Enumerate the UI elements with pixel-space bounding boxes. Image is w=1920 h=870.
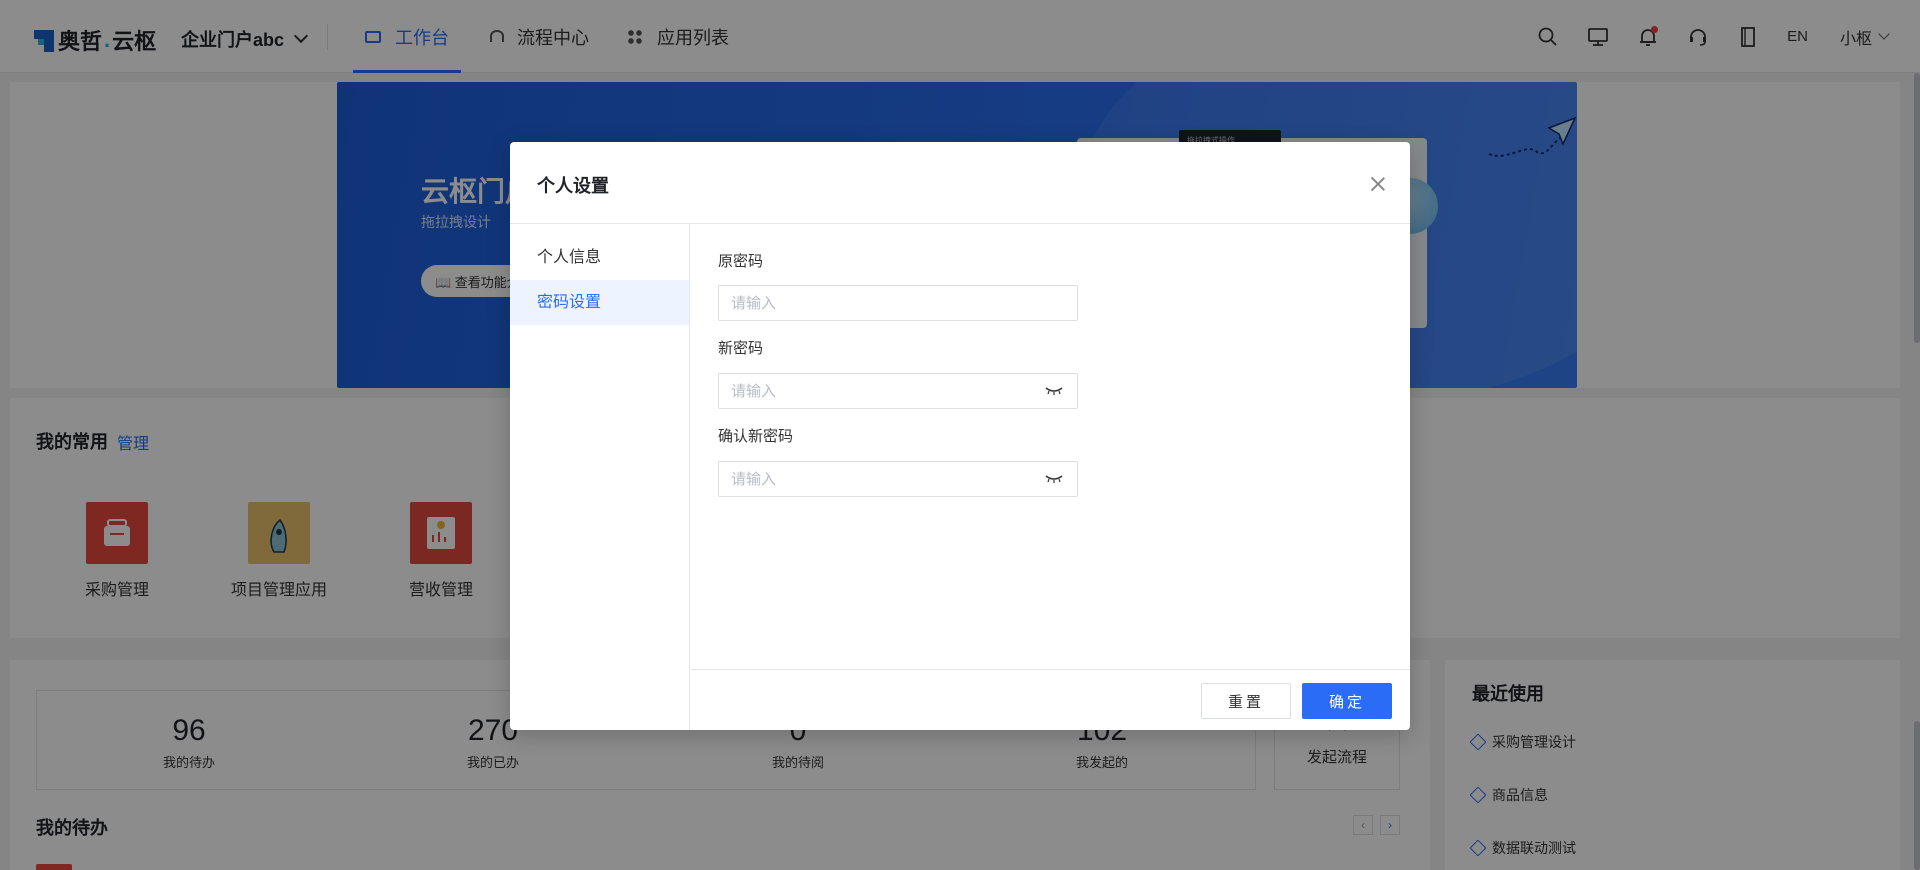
- personal-settings-dialog: 个人设置 个人信息 密码设置 原密码 新密码 确认新密码 重置 确定: [510, 142, 1410, 730]
- new-password-input[interactable]: [718, 373, 1078, 409]
- confirm-password-label: 确认新密码: [718, 428, 794, 445]
- confirm-password-input[interactable]: [718, 461, 1078, 497]
- menu-personal-info[interactable]: 个人信息: [510, 235, 689, 280]
- eye-closed-icon[interactable]: [1045, 386, 1063, 396]
- old-password-input[interactable]: [718, 285, 1078, 321]
- eye-closed-icon[interactable]: [1045, 474, 1063, 484]
- settings-menu: 个人信息 密码设置: [510, 224, 690, 730]
- confirm-button[interactable]: 确定: [1302, 683, 1392, 719]
- new-password-label: 新密码: [718, 340, 764, 357]
- reset-button[interactable]: 重置: [1201, 683, 1291, 719]
- old-password-label: 原密码: [718, 253, 764, 270]
- dialog-title: 个人设置: [537, 176, 609, 196]
- dialog-header: 个人设置: [510, 142, 1410, 224]
- dialog-footer: 重置 确定: [691, 669, 1410, 730]
- menu-password-settings[interactable]: 密码设置: [510, 280, 689, 325]
- password-form: 原密码 新密码 确认新密码: [691, 224, 1410, 669]
- close-icon[interactable]: [1370, 176, 1386, 192]
